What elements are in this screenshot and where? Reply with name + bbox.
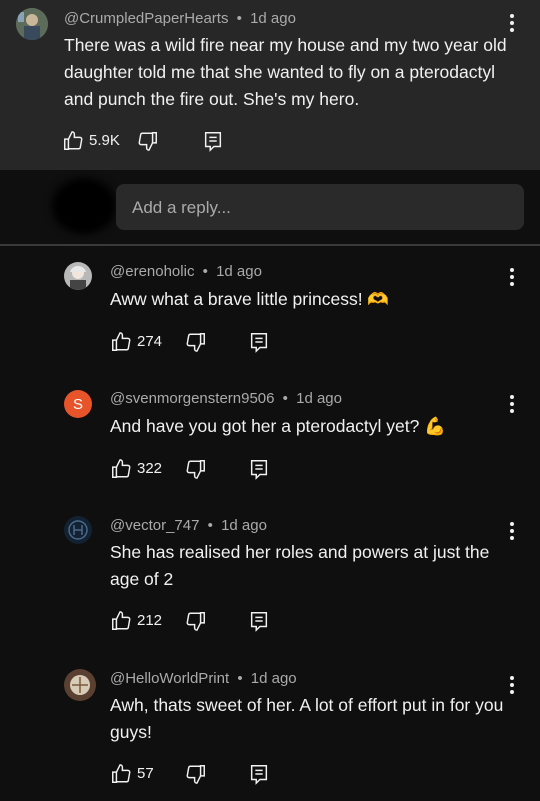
comment-meta: @CrumpledPaperHearts • 1d ago (64, 10, 296, 27)
reply-actions: 322 (110, 458, 280, 482)
separator: • (202, 263, 208, 280)
reply-icon[interactable] (248, 331, 270, 353)
author-handle[interactable]: @HelloWorldPrint (110, 670, 229, 687)
separator: • (236, 10, 242, 27)
timestamp[interactable]: 1d ago (250, 10, 296, 27)
reply-icon[interactable] (202, 130, 224, 152)
like-count: 274 (137, 333, 163, 350)
avatar-letter: S (72, 395, 83, 413)
reply-text: Awh, thats sweet of her. A lot of effort… (110, 695, 504, 742)
reply-text: She has realised her roles and powers at… (110, 542, 490, 589)
dislike-icon[interactable] (185, 458, 207, 480)
reply-actions: 212 (110, 610, 280, 634)
author-handle[interactable]: @vector_747 (110, 517, 199, 534)
separator: • (282, 390, 288, 407)
like-count: 57 (137, 765, 154, 782)
like-icon[interactable] (110, 763, 132, 785)
like-icon[interactable] (110, 610, 132, 632)
comment-meta: @svenmorgenstern9506 • 1d ago (110, 390, 342, 407)
reply-actions: 274 (110, 331, 280, 355)
dislike-icon[interactable] (185, 331, 207, 353)
comment-meta: @HelloWorldPrint • 1d ago (110, 670, 297, 687)
dislike-icon[interactable] (185, 763, 207, 785)
like-icon[interactable] (110, 458, 132, 480)
separator: • (207, 517, 213, 534)
like-icon[interactable] (62, 130, 84, 152)
like-count: 212 (137, 612, 163, 629)
reply-text: Aww what a brave little princess! 🫶 (110, 289, 390, 309)
like-icon[interactable] (110, 331, 132, 353)
author-handle[interactable]: @svenmorgenstern9506 (110, 390, 275, 407)
dislike-icon[interactable] (185, 610, 207, 632)
avatar-image-icon (64, 669, 96, 701)
comment-text: There was a wild fire near my house and … (64, 35, 507, 109)
reply-text: And have you got her a pterodactyl yet? … (110, 416, 447, 436)
avatar[interactable]: S (64, 390, 92, 418)
avatar[interactable] (64, 669, 96, 701)
like-count: 322 (137, 460, 163, 477)
like-count: 5.9K (89, 132, 120, 149)
reply-actions: 57 (110, 763, 280, 787)
redacted-avatar (52, 178, 116, 234)
author-handle[interactable]: @erenoholic (110, 263, 194, 280)
reply-icon[interactable] (248, 763, 270, 785)
avatar[interactable] (64, 516, 92, 544)
comment-meta: @vector_747 • 1d ago (110, 517, 267, 534)
divider (0, 244, 540, 246)
comment-meta: @erenoholic • 1d ago (110, 263, 262, 280)
reply-input[interactable]: Add a reply... (116, 184, 524, 230)
dislike-icon[interactable] (137, 130, 159, 152)
author-handle[interactable]: @CrumpledPaperHearts (64, 10, 228, 27)
avatar-image-icon (64, 262, 92, 290)
timestamp[interactable]: 1d ago (216, 263, 262, 280)
timestamp[interactable]: 1d ago (251, 670, 297, 687)
avatar[interactable] (16, 8, 48, 40)
comment-actions: 5.9K (62, 130, 262, 154)
reply-placeholder: Add a reply... (132, 198, 231, 217)
avatar-image-icon (16, 8, 48, 40)
more-options-icon[interactable] (505, 519, 519, 543)
separator: • (237, 670, 243, 687)
timestamp[interactable]: 1d ago (296, 390, 342, 407)
reply-icon[interactable] (248, 458, 270, 480)
avatar-image-icon (64, 516, 92, 544)
timestamp[interactable]: 1d ago (221, 517, 267, 534)
reply-icon[interactable] (248, 610, 270, 632)
top-comment: @CrumpledPaperHearts • 1d ago There was … (0, 0, 540, 170)
avatar[interactable] (64, 262, 92, 290)
more-options-icon[interactable] (505, 673, 519, 697)
